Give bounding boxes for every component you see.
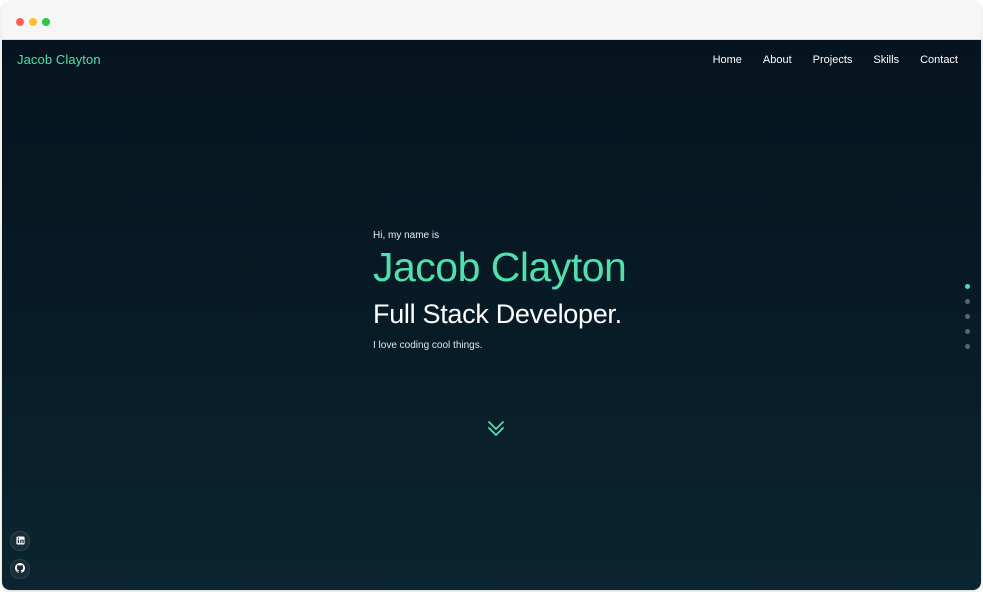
nav-link-projects[interactable]: Projects	[813, 54, 853, 66]
linkedin-icon	[15, 532, 25, 550]
minimize-window-button[interactable]	[29, 18, 37, 26]
github-button[interactable]	[10, 559, 30, 579]
browser-window: Jacob Clayton Home About Projects Skills…	[2, 2, 981, 590]
section-dot-2[interactable]	[965, 299, 970, 304]
section-dot-4[interactable]	[965, 329, 970, 334]
linkedin-button[interactable]	[10, 531, 30, 551]
window-titlebar	[2, 2, 981, 40]
nav-link-home[interactable]: Home	[713, 54, 742, 66]
hero-section: Hi, my name is Jacob Clayton Full Stack …	[373, 230, 673, 351]
double-chevron-down-icon[interactable]	[487, 419, 505, 439]
nav-link-contact[interactable]: Contact	[920, 54, 958, 66]
nav-links: Home About Projects Skills Contact	[692, 54, 958, 66]
hero-name: Jacob Clayton	[373, 244, 627, 290]
nav-brand[interactable]: Jacob Clayton	[17, 52, 101, 67]
section-dot-3[interactable]	[965, 314, 970, 319]
nav-link-skills[interactable]: Skills	[873, 54, 899, 66]
hero-role: Full Stack Developer.	[373, 299, 622, 329]
github-icon	[15, 560, 25, 578]
maximize-window-button[interactable]	[42, 18, 50, 26]
hero-greeting: Hi, my name is	[373, 230, 440, 241]
page-viewport: Jacob Clayton Home About Projects Skills…	[2, 40, 981, 590]
page-section-dots	[965, 284, 970, 359]
section-dot-1[interactable]	[965, 284, 970, 289]
hero-tagline: I love coding cool things.	[373, 339, 483, 351]
nav-link-about[interactable]: About	[763, 54, 792, 66]
close-window-button[interactable]	[16, 18, 24, 26]
section-dot-5[interactable]	[965, 344, 970, 349]
